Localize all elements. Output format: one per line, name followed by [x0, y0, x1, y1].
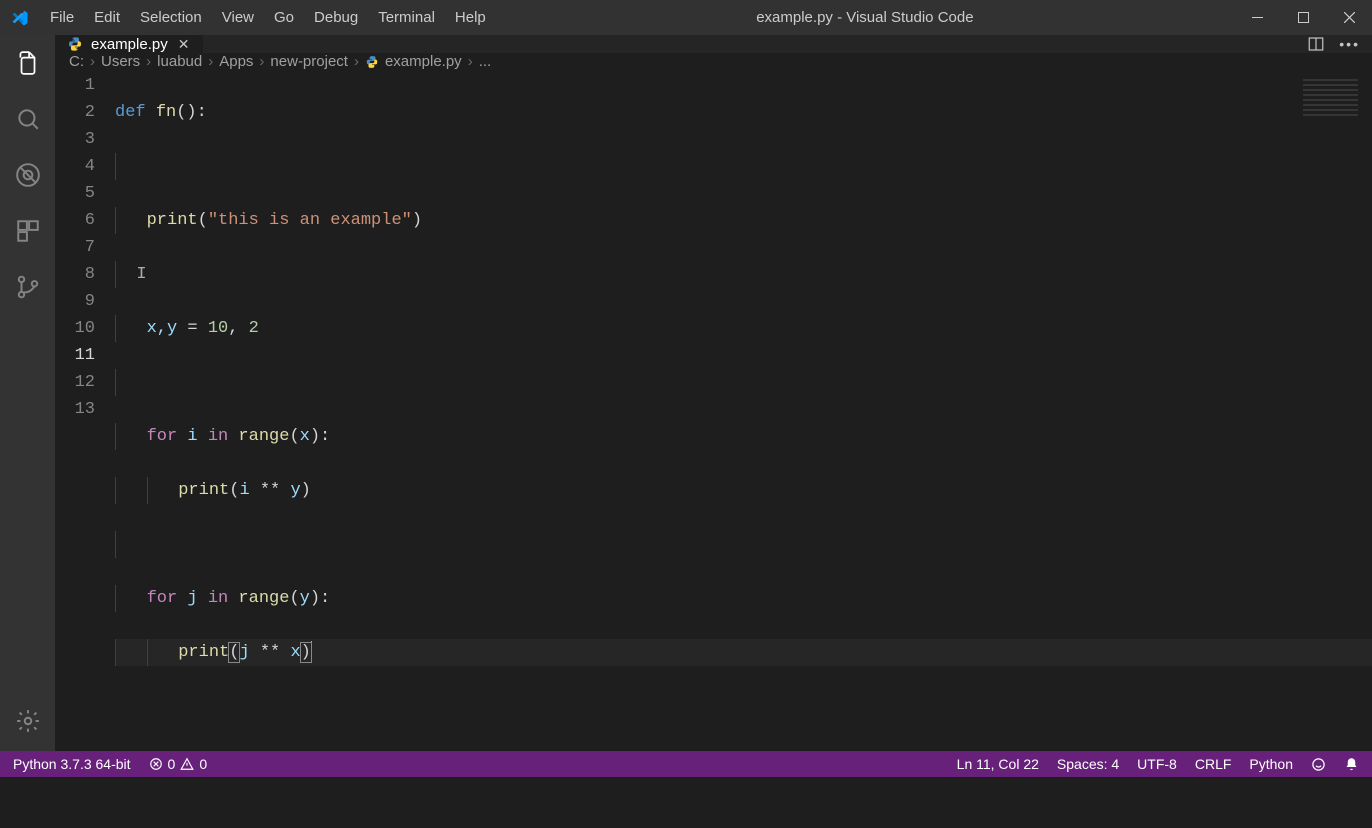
close-button[interactable] [1326, 0, 1372, 35]
python-file-icon [365, 55, 379, 69]
tabs-row: example.py ✕ ••• [55, 35, 1372, 53]
breadcrumb-more[interactable]: ... [479, 53, 492, 70]
window-title: example.py - Visual Studio Code [496, 9, 1234, 26]
split-editor-icon[interactable] [1307, 35, 1325, 53]
code-content[interactable]: def fn(): print("this is an example") I … [115, 70, 1372, 828]
tab-close-icon[interactable]: ✕ [176, 36, 192, 53]
breadcrumbs: C:› Users› luabud› Apps› new-project› ex… [55, 53, 1372, 70]
minimize-button[interactable] [1234, 0, 1280, 35]
window-controls [1234, 0, 1372, 35]
minimap[interactable] [1303, 76, 1358, 116]
menu-help[interactable]: Help [445, 0, 496, 35]
breadcrumb-users[interactable]: Users [101, 53, 140, 70]
search-icon[interactable] [12, 103, 44, 135]
breadcrumb-luabud[interactable]: luabud [157, 53, 202, 70]
menu-selection[interactable]: Selection [130, 0, 212, 35]
menu-debug[interactable]: Debug [304, 0, 368, 35]
breadcrumb-project[interactable]: new-project [270, 53, 348, 70]
settings-gear-icon[interactable] [12, 705, 44, 737]
breadcrumb-file[interactable]: example.py [385, 53, 462, 70]
extensions-icon[interactable] [12, 215, 44, 247]
title-bar: File Edit Selection View Go Debug Termin… [0, 0, 1372, 35]
source-control-icon[interactable] [12, 271, 44, 303]
breadcrumb-apps[interactable]: Apps [219, 53, 253, 70]
menu-view[interactable]: View [212, 0, 264, 35]
menu-go[interactable]: Go [264, 0, 304, 35]
menu-terminal[interactable]: Terminal [368, 0, 445, 35]
menu-bar: File Edit Selection View Go Debug Termin… [40, 0, 496, 35]
editor-area: example.py ✕ ••• C:› Users› luabud› Apps… [55, 35, 1372, 751]
more-actions-icon[interactable]: ••• [1339, 36, 1360, 52]
vscode-logo-icon [0, 9, 40, 27]
menu-file[interactable]: File [40, 0, 84, 35]
debug-icon[interactable] [12, 159, 44, 191]
editor-actions: ••• [1295, 35, 1372, 53]
menu-edit[interactable]: Edit [84, 0, 130, 35]
maximize-button[interactable] [1280, 0, 1326, 35]
activity-bar [0, 35, 55, 751]
line-gutter: 1234 5678 910111213 [55, 70, 115, 828]
tab-label: example.py [91, 36, 168, 53]
tab-example-py[interactable]: example.py ✕ [55, 35, 203, 53]
explorer-icon[interactable] [12, 47, 44, 79]
python-file-icon [67, 36, 83, 52]
code-editor[interactable]: 1234 5678 910111213 def fn(): print("thi… [55, 70, 1372, 828]
breadcrumb-c[interactable]: C: [69, 53, 84, 70]
